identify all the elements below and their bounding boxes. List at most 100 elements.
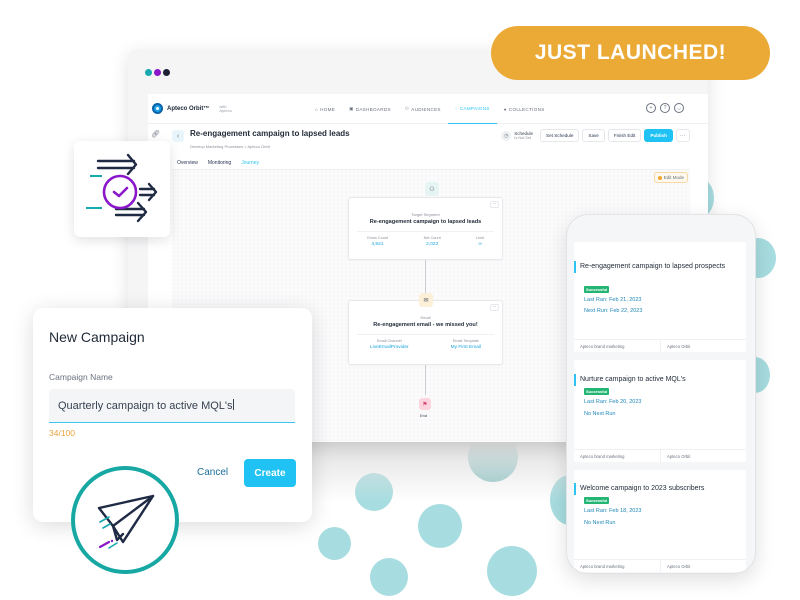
stat-value[interactable]: LiveEmailProvider (370, 345, 409, 350)
stat-value[interactable]: 4,921 (367, 242, 388, 247)
end-flag-icon[interactable]: ⚑ (419, 398, 431, 410)
orbit-logo-icon (152, 103, 163, 114)
stat-label: Limit (476, 236, 485, 240)
window-dot-purple[interactable] (154, 69, 161, 76)
help-icon[interactable]: ? (660, 103, 670, 113)
node-kind: Email (420, 315, 431, 320)
nav-icon-group: + ? ◡ (646, 103, 684, 113)
window-dot-teal[interactable] (145, 69, 152, 76)
edit-mode-badge[interactable]: Edit Mode (653, 172, 688, 183)
last-run: Last Ran: Feb 20, 2023 (584, 399, 642, 405)
publish-button[interactable]: Publish (644, 129, 673, 142)
nav-label: COLLECTIONS (508, 106, 545, 112)
process-illustration-card (74, 141, 170, 237)
home-icon: ⌂ (315, 106, 319, 112)
page-title: Re-engagement campaign to lapsed leads (190, 129, 350, 138)
stat-gross-count: Gross Count 4,921 (367, 236, 388, 247)
edit-mode-label: Edit Mode (663, 175, 684, 180)
footer-project: Apteco brand marketing (580, 454, 625, 459)
save-button[interactable]: Save (582, 129, 605, 142)
stat-label: Email Template (452, 339, 479, 343)
breadcrumb[interactable]: Develop Marketing Processes > Apteco Orb… (190, 144, 270, 149)
campaign-title[interactable]: Re-engagement campaign to lapsed prospec… (580, 263, 725, 270)
footer-system: Apteco Orbit (660, 560, 746, 572)
status-badge: Successful (584, 388, 610, 395)
footer-project: Apteco brand marketing (580, 344, 625, 349)
back-button[interactable]: ‹ (172, 130, 184, 142)
footer-system: Apteco Orbit (660, 340, 746, 352)
target-segment-node[interactable]: ··· Target Segment Re-engagement campaig… (348, 197, 503, 260)
create-button[interactable]: Create (244, 459, 296, 487)
just-launched-badge: JUST LAUNCHED! (491, 26, 770, 80)
card-footer: Apteco brand marketing Apteco Orbit (574, 339, 746, 352)
card-accent-bar (574, 374, 576, 386)
decorative-bubble (370, 558, 408, 596)
window-dot-dark[interactable] (163, 69, 170, 76)
stat-limit: Limit ∞ (476, 236, 484, 247)
node-divider (357, 231, 494, 232)
stat-value[interactable]: 2,023 (424, 242, 441, 247)
node-more-button[interactable]: ··· (490, 304, 499, 311)
more-options-button[interactable]: ··· (675, 129, 690, 142)
nav-home[interactable]: ⌂ HOME (308, 94, 342, 124)
top-navigation: Apteco Orbit™ with Apteco ⌂ HOME ▣ DASHBOA… (148, 94, 708, 124)
collections-icon: ● (503, 106, 507, 112)
footer-project: Apteco brand marketing (580, 564, 625, 569)
set-schedule-button[interactable]: Set Schedule (540, 129, 580, 142)
nav-collections[interactable]: ● COLLECTIONS (497, 94, 552, 124)
campaign-card[interactable]: Re-engagement campaign to lapsed prospec… (574, 242, 746, 352)
node-divider (357, 334, 494, 335)
paper-plane-icon (97, 494, 155, 549)
nav-label: HOME (320, 106, 336, 112)
edit-mode-dot-icon (657, 175, 662, 180)
node-more-button[interactable]: ··· (490, 201, 499, 208)
next-run: Next Run: Feb 22, 2023 (584, 308, 643, 314)
character-counter: 34/100 (49, 428, 75, 438)
last-run: Last Ran: Feb 18, 2023 (584, 508, 642, 514)
nav-label: DASHBOARDS (355, 106, 391, 112)
email-node[interactable]: ··· Email Re-engagement email - we misse… (348, 300, 503, 365)
card-accent-bar (574, 261, 576, 273)
text-caret (232, 399, 234, 410)
dialog-title: New Campaign (49, 329, 145, 345)
schedule-subtitle: Is Not Set (514, 135, 531, 140)
campaign-title[interactable]: Nurture campaign to active MQL's (580, 376, 686, 383)
email-envelope-icon: ✉ (419, 293, 433, 307)
app-logo[interactable]: Apteco Orbit™ with Apteco (152, 103, 232, 114)
campaign-card[interactable]: Nurture campaign to active MQL's Success… (574, 360, 746, 462)
stat-value[interactable]: My First Email (451, 345, 481, 350)
audiences-icon: ⚇ (404, 106, 410, 111)
journey-connector (425, 365, 426, 395)
nav-dashboards[interactable]: ▣ DASHBOARDS (342, 94, 398, 124)
add-circle-icon[interactable]: + (646, 103, 656, 113)
chevron-left-icon: ‹ (176, 132, 180, 140)
nav-campaigns[interactable]: ◌ CAMPAIGNS (447, 94, 497, 124)
stat-email-channel: Email Channel LiveEmailProvider (370, 339, 409, 350)
finish-edit-button[interactable]: Finish Edit (607, 129, 642, 142)
link-icon[interactable]: 🔗︎ (151, 130, 160, 138)
stat-value[interactable]: ∞ (476, 242, 484, 247)
automation-arrows-icon (86, 153, 158, 223)
status-badge: Successful (584, 286, 610, 293)
campaign-card[interactable]: Welcome campaign to 2023 subscribers Suc… (574, 470, 746, 572)
nav-label: CAMPAIGNS (459, 106, 490, 111)
campaign-name-input[interactable]: Quarterly campaign to active MQL's (49, 389, 295, 423)
clock-icon: ◷ (501, 130, 512, 141)
decorative-bubble (487, 546, 537, 596)
node-stats: Email Channel LiveEmailProvider Email Tem… (349, 339, 502, 350)
campaign-title[interactable]: Welcome campaign to 2023 subscribers (580, 485, 704, 492)
next-run: No Next Run (584, 411, 616, 417)
mobile-phone-mockup: Re-engagement campaign to lapsed prospec… (566, 214, 756, 574)
logo-name: Apteco Orbit™ (167, 105, 210, 112)
segment-people-icon: ⚇ (425, 182, 439, 196)
nav-label: AUDIENCES (411, 106, 441, 112)
campaign-list[interactable]: Re-engagement campaign to lapsed prospec… (574, 232, 746, 573)
user-account-icon[interactable]: ◡ (674, 103, 684, 113)
node-title: Re-engagement email - we missed you! (373, 322, 478, 328)
cancel-button[interactable]: Cancel (197, 467, 228, 478)
campaign-actions: ◷ Schedule Is Not Set Set Schedule Save … (501, 129, 690, 142)
stat-email-template: Email Template My First Email (451, 339, 481, 350)
stat-label: Email Channel (376, 339, 402, 343)
next-run: No Next Run (584, 520, 616, 526)
nav-audiences[interactable]: ⚇ AUDIENCES (398, 94, 448, 124)
